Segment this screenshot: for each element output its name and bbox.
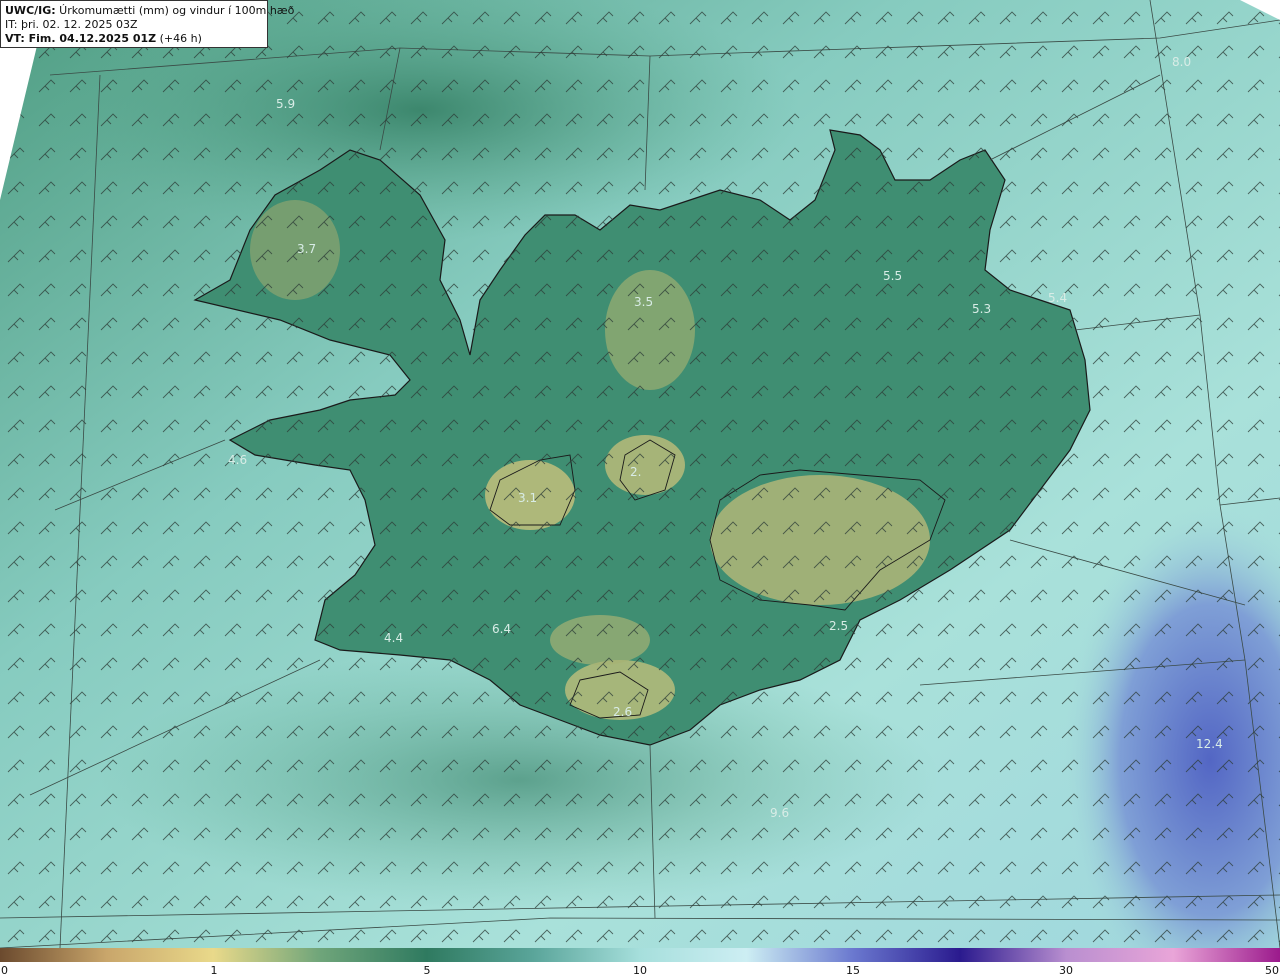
colorbar-tick: 1 bbox=[210, 964, 218, 977]
header-title-line: UWC/IG: Úrkomumætti (mm) og vindur í 100… bbox=[5, 4, 294, 18]
value-label: 8.0 bbox=[1172, 55, 1191, 69]
colorbar-tick: 0 bbox=[1, 964, 8, 977]
colorbar-tick: 10 bbox=[633, 964, 647, 977]
colorbar-tick: 50 bbox=[1265, 964, 1279, 977]
value-label: 6.4 bbox=[492, 622, 511, 636]
value-label: 3.5 bbox=[634, 295, 653, 309]
map-header: UWC/IG: Úrkomumætti (mm) og vindur í 100… bbox=[0, 0, 294, 48]
model-code: UWC/IG: bbox=[5, 4, 56, 17]
value-label: 4.4 bbox=[384, 631, 403, 645]
value-label: 9.6 bbox=[770, 806, 789, 820]
value-label: 5.3 bbox=[972, 302, 991, 316]
value-label: 2.6 bbox=[613, 705, 632, 719]
valid-time: VT: Fim. 04.12.2025 01Z bbox=[5, 32, 157, 45]
field-description: Úrkomumætti (mm) og vindur í 100m hæð bbox=[55, 4, 295, 17]
value-label: 2.5 bbox=[829, 619, 848, 633]
value-label: 5.5 bbox=[883, 269, 902, 283]
value-label: 4.6 bbox=[228, 453, 247, 467]
value-label: 5.4 bbox=[1048, 291, 1067, 305]
value-label: 3.7 bbox=[297, 242, 316, 256]
colorbar-tick: 30 bbox=[1059, 964, 1073, 977]
valid-time-line: VT: Fim. 04.12.2025 01Z (+46 h) bbox=[5, 32, 263, 46]
precip-colorbar: 0 1 5 10 15 30 50 bbox=[0, 948, 1280, 978]
precipitation-map: 5.9 8.0 3.7 3.5 5.5 5.3 5.4 4.6 3.1 2. 4… bbox=[0, 0, 1280, 948]
initial-time: IT: þri. 02. 12. 2025 03Z bbox=[5, 18, 138, 31]
lead-time: (+46 h) bbox=[156, 32, 202, 45]
value-label: 2. bbox=[630, 465, 641, 479]
colorbar-tick: 15 bbox=[846, 964, 860, 977]
colorbar-tick: 5 bbox=[423, 964, 431, 977]
value-label: 12.4 bbox=[1196, 737, 1223, 751]
value-label: 3.1 bbox=[518, 491, 537, 505]
value-label: 5.9 bbox=[276, 97, 295, 111]
colorbar-strip bbox=[0, 948, 1280, 962]
